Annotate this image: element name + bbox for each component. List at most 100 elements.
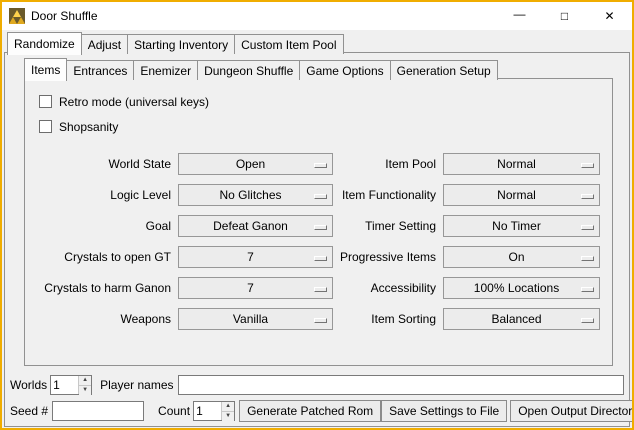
close-icon: ✕: [604, 9, 614, 23]
option-row: Logic Level No Glitches Item Functionali…: [33, 179, 612, 210]
option-row: World State Open Item Pool Normal: [33, 148, 612, 179]
goal-value: Defeat Ganon: [213, 219, 298, 233]
seed-label: Seed #: [10, 404, 48, 418]
item-functionality-dropdown[interactable]: Normal: [443, 184, 600, 206]
dropdown-indicator-icon: [314, 194, 327, 199]
app-icon: [9, 8, 25, 24]
generate-patched-rom-button[interactable]: Generate Patched Rom: [239, 400, 381, 422]
door-shuffle-window: Door Shuffle — □ ✕ Randomize Adjust Star…: [0, 0, 634, 430]
tab-starting-inventory[interactable]: Starting Inventory: [127, 34, 235, 54]
count-spinbox: ▲ ▼: [193, 401, 235, 421]
crystals-harm-ganon-value: 7: [247, 281, 264, 295]
crystals-open-gt-label: Crystals to open GT: [33, 250, 171, 264]
shopsanity-row: Shopsanity: [33, 114, 612, 139]
open-output-directory-button[interactable]: Open Output Directory: [510, 400, 634, 422]
seed-row: Seed # Count ▲ ▼ Generate Patched Rom Sa…: [10, 400, 624, 422]
world-state-value: Open: [236, 157, 275, 171]
tab-custom-item-pool[interactable]: Custom Item Pool: [234, 34, 343, 54]
dropdown-indicator-icon: [314, 225, 327, 230]
bottom-controls: Worlds ▲ ▼ Player names Seed # Count: [10, 374, 624, 422]
count-spin-arrows: ▲ ▼: [221, 402, 234, 420]
item-pool-value: Normal: [497, 157, 546, 171]
dropdown-indicator-icon: [314, 318, 327, 323]
option-row: Goal Defeat Ganon Timer Setting No Timer: [33, 210, 612, 241]
weapons-label: Weapons: [33, 312, 171, 326]
maximize-button[interactable]: □: [542, 2, 587, 30]
tab-dungeon-shuffle[interactable]: Dungeon Shuffle: [197, 60, 300, 80]
minimize-icon: —: [514, 7, 526, 21]
tab-generation-setup[interactable]: Generation Setup: [390, 60, 498, 80]
item-pool-label: Item Pool: [340, 157, 436, 171]
count-label: Count: [158, 404, 190, 418]
dropdown-indicator-icon: [581, 256, 594, 261]
worlds-label: Worlds: [10, 378, 47, 392]
retro-mode-checkbox[interactable]: [39, 95, 52, 108]
option-row: Crystals to harm Ganon 7 Accessibility 1…: [33, 272, 612, 303]
worlds-spinbox: ▲ ▼: [50, 375, 92, 395]
timer-setting-value: No Timer: [492, 219, 551, 233]
retro-mode-row: Retro mode (universal keys): [33, 89, 612, 114]
worlds-input[interactable]: [51, 376, 78, 394]
tab-items[interactable]: Items: [24, 58, 67, 81]
count-input[interactable]: [194, 402, 221, 420]
dropdown-indicator-icon: [581, 194, 594, 199]
count-spin-down-icon[interactable]: ▼: [222, 412, 234, 421]
option-row: Weapons Vanilla Item Sorting Balanced: [33, 303, 612, 334]
progressive-items-label: Progressive Items: [340, 250, 436, 264]
item-functionality-label: Item Functionality: [340, 188, 436, 202]
dropdown-indicator-icon: [581, 163, 594, 168]
worlds-spin-down-icon[interactable]: ▼: [79, 386, 91, 395]
worlds-row: Worlds ▲ ▼ Player names: [10, 374, 624, 396]
tab-entrances[interactable]: Entrances: [66, 60, 134, 80]
count-spin-up-icon[interactable]: ▲: [222, 402, 234, 412]
accessibility-dropdown[interactable]: 100% Locations: [443, 277, 600, 299]
logic-level-label: Logic Level: [33, 188, 171, 202]
weapons-dropdown[interactable]: Vanilla: [178, 308, 333, 330]
worlds-spin-up-icon[interactable]: ▲: [79, 376, 91, 386]
timer-setting-dropdown[interactable]: No Timer: [443, 215, 600, 237]
player-names-input[interactable]: [178, 375, 625, 395]
dropdown-indicator-icon: [314, 163, 327, 168]
item-sorting-value: Balanced: [491, 312, 551, 326]
tab-game-options[interactable]: Game Options: [299, 60, 390, 80]
seed-input[interactable]: [52, 401, 144, 421]
dropdown-indicator-icon: [314, 256, 327, 261]
shopsanity-label: Shopsanity: [59, 120, 118, 134]
options-grid: World State Open Item Pool Normal Logic …: [33, 148, 612, 334]
crystals-harm-ganon-dropdown[interactable]: 7: [178, 277, 333, 299]
goal-dropdown[interactable]: Defeat Ganon: [178, 215, 333, 237]
item-sorting-dropdown[interactable]: Balanced: [443, 308, 600, 330]
weapons-value: Vanilla: [233, 312, 278, 326]
worlds-spin-arrows: ▲ ▼: [78, 376, 91, 394]
item-pool-dropdown[interactable]: Normal: [443, 153, 600, 175]
dropdown-indicator-icon: [581, 225, 594, 230]
close-button[interactable]: ✕: [587, 2, 632, 30]
titlebar: Door Shuffle — □ ✕: [2, 2, 632, 30]
logic-level-dropdown[interactable]: No Glitches: [178, 184, 333, 206]
progressive-items-value: On: [508, 250, 534, 264]
progressive-items-dropdown[interactable]: On: [443, 246, 600, 268]
window-title: Door Shuffle: [31, 9, 98, 23]
dropdown-indicator-icon: [314, 287, 327, 292]
window-controls: — □ ✕: [497, 2, 632, 30]
tab-enemizer[interactable]: Enemizer: [133, 60, 198, 80]
goal-label: Goal: [33, 219, 171, 233]
save-settings-button[interactable]: Save Settings to File: [381, 400, 507, 422]
minimize-button[interactable]: —: [497, 2, 542, 30]
dropdown-indicator-icon: [581, 318, 594, 323]
tab-adjust[interactable]: Adjust: [81, 34, 128, 54]
shopsanity-checkbox[interactable]: [39, 120, 52, 133]
crystals-open-gt-dropdown[interactable]: 7: [178, 246, 333, 268]
tab-randomize[interactable]: Randomize: [7, 32, 82, 55]
logic-level-value: No Glitches: [219, 188, 291, 202]
items-panel: Retro mode (universal keys) Shopsanity W…: [24, 78, 613, 366]
item-functionality-value: Normal: [497, 188, 546, 202]
accessibility-label: Accessibility: [340, 281, 436, 295]
option-row: Crystals to open GT 7 Progressive Items …: [33, 241, 612, 272]
accessibility-value: 100% Locations: [474, 281, 569, 295]
retro-mode-label: Retro mode (universal keys): [59, 95, 209, 109]
player-names-label: Player names: [100, 378, 173, 392]
item-sorting-label: Item Sorting: [340, 312, 436, 326]
crystals-open-gt-value: 7: [247, 250, 264, 264]
world-state-dropdown[interactable]: Open: [178, 153, 333, 175]
